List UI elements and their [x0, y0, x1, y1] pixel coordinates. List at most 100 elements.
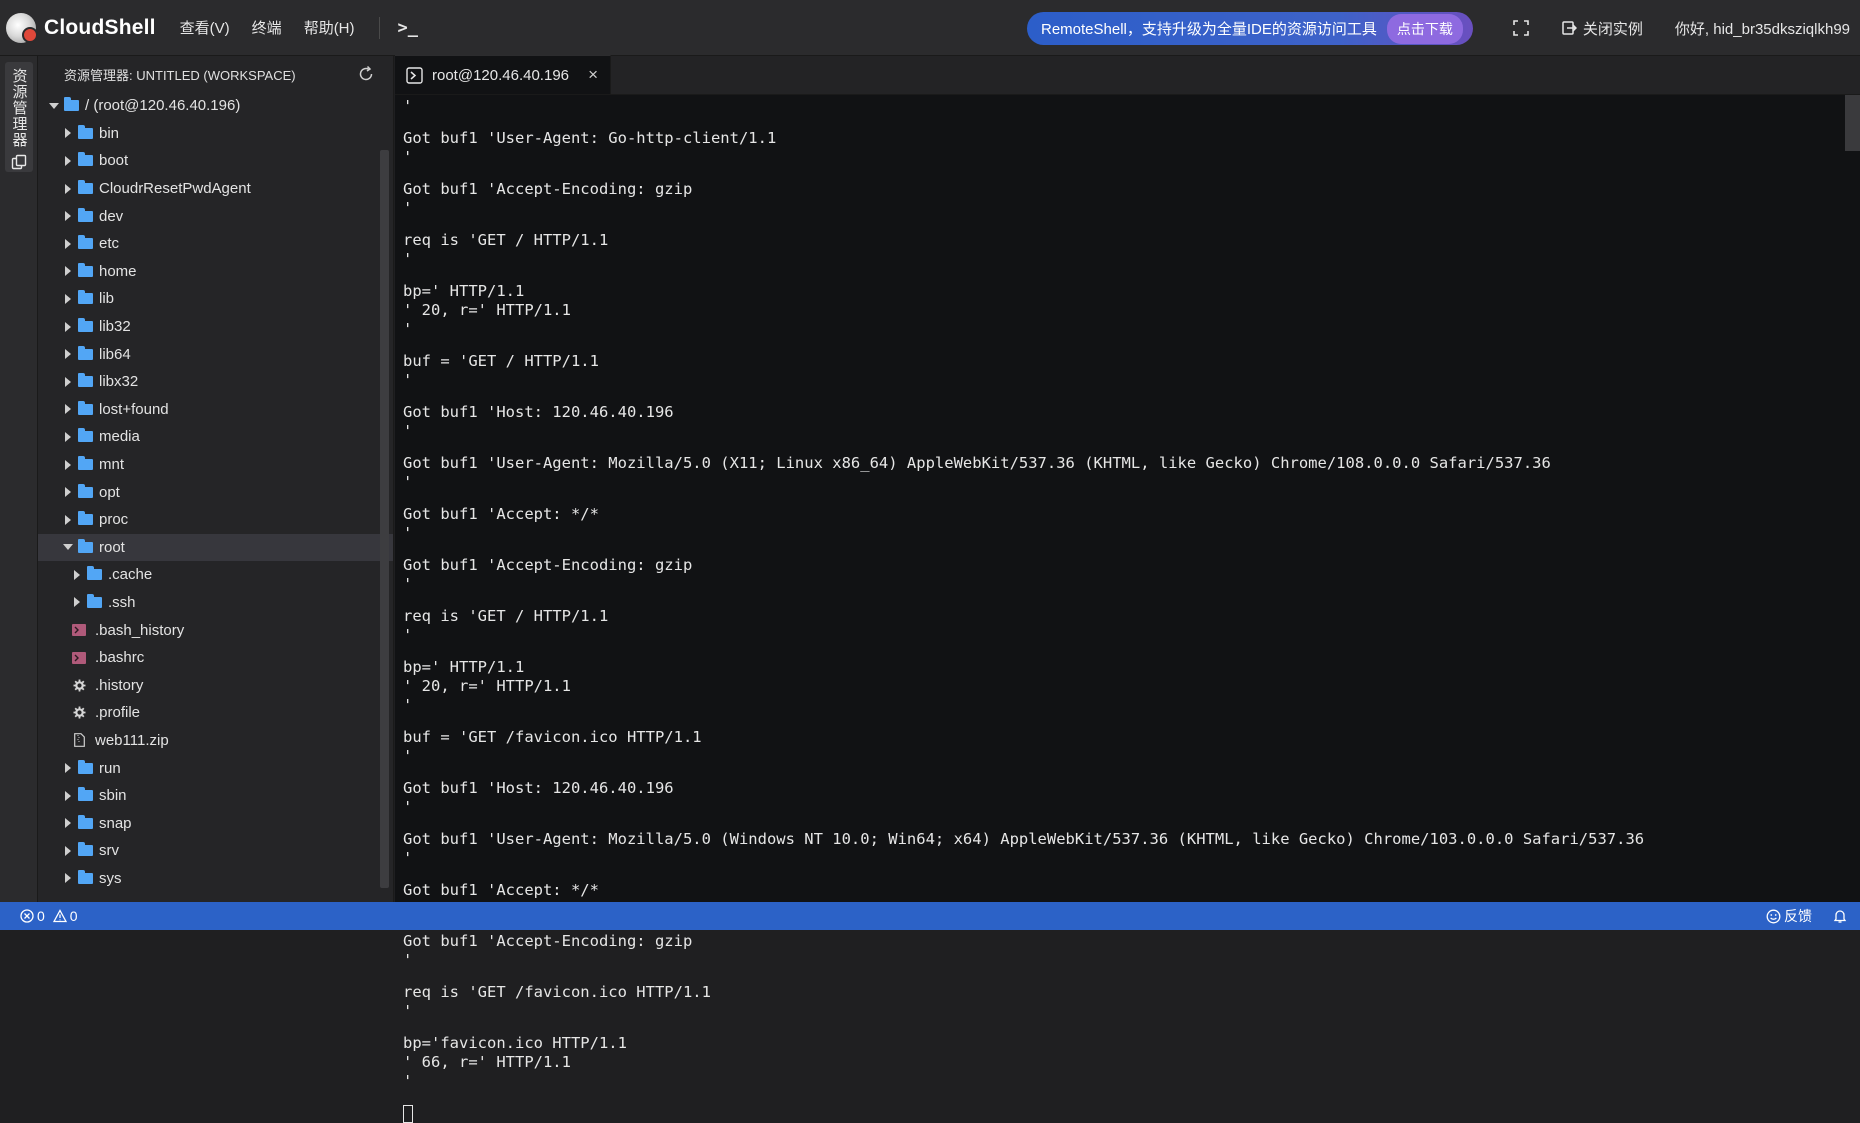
tree-folder-mnt[interactable]: mnt	[38, 451, 393, 479]
remoteshell-promo-banner[interactable]: RemoteShell，支持升级为全量IDE的资源访问工具 点击下载	[1027, 12, 1473, 45]
tree-item-label: srv	[99, 842, 119, 860]
tab-terminal-session[interactable]: root@120.46.40.196 ×	[395, 55, 611, 94]
activity-explorer-tab[interactable]: 资源管理器	[5, 62, 33, 172]
chevron-right-icon[interactable]	[60, 459, 76, 470]
chevron-right-icon[interactable]	[69, 597, 85, 608]
tree-folder-cache[interactable]: .cache	[38, 561, 393, 589]
tree-file-bashrc[interactable]: .bashrc	[38, 644, 393, 672]
chevron-right-icon[interactable]	[60, 845, 76, 856]
new-terminal-button[interactable]: >_	[398, 18, 418, 38]
download-button[interactable]: 点击下载	[1386, 13, 1463, 44]
tree-folder-lost-found[interactable]: lost+found	[38, 396, 393, 424]
exit-icon	[1562, 21, 1577, 35]
close-instance-button[interactable]: 关闭实例	[1561, 18, 1643, 39]
chevron-down-icon[interactable]	[60, 543, 76, 551]
folder-icon	[78, 787, 93, 802]
terminal-output[interactable]: ' Got buf1 'User-Agent: Go-http-client/1.…	[395, 95, 1860, 1123]
explorer-scrollbar[interactable]	[380, 92, 389, 902]
chevron-right-icon[interactable]	[60, 238, 76, 249]
tree-folder-root[interactable]: root	[38, 533, 393, 562]
folder-icon	[87, 566, 102, 581]
chevron-right-icon[interactable]	[60, 790, 76, 801]
menu-terminal[interactable]: 终端	[252, 17, 282, 38]
chevron-right-icon[interactable]	[60, 349, 76, 360]
shell-file-icon	[72, 623, 86, 637]
terminal-line: '	[403, 626, 413, 644]
tree-folder-bin[interactable]: bin	[38, 120, 393, 148]
tree-item-label: snap	[99, 814, 132, 832]
chevron-right-icon[interactable]	[60, 155, 76, 166]
tree-file-web111-zip[interactable]: web111.zip	[38, 727, 393, 755]
menu-view[interactable]: 查看(V)	[180, 17, 230, 38]
chevron-right-icon[interactable]	[60, 404, 76, 415]
terminal-line: ' 66, r=' HTTP/1.1	[403, 1053, 571, 1071]
chevron-right-icon[interactable]	[60, 873, 76, 884]
tree-folder-boot[interactable]: boot	[38, 147, 393, 175]
tree-folder-srv[interactable]: srv	[38, 837, 393, 865]
chevron-right-icon[interactable]	[60, 321, 76, 332]
fullscreen-icon[interactable]	[1511, 18, 1531, 38]
tree-folder-lib64[interactable]: lib64	[38, 340, 393, 368]
tree-item-label: CloudrResetPwdAgent	[99, 180, 251, 198]
tree-folder-dev[interactable]: dev	[38, 202, 393, 230]
terminal-scrollbar[interactable]	[1845, 95, 1860, 151]
tree-folder-sbin[interactable]: sbin	[38, 782, 393, 810]
folder-icon	[78, 180, 93, 195]
tree-item-label: lib32	[99, 318, 131, 336]
chevron-right-icon[interactable]	[60, 514, 76, 525]
folder-icon	[78, 814, 93, 829]
tree-item-label: run	[99, 759, 121, 777]
chevron-right-icon[interactable]	[60, 818, 76, 829]
tree-folder-snap[interactable]: snap	[38, 809, 393, 837]
chevron-right-icon[interactable]	[60, 266, 76, 277]
tree-folder-etc[interactable]: etc	[38, 230, 393, 258]
menu-help[interactable]: 帮助(H)	[304, 17, 355, 38]
chevron-right-icon[interactable]	[60, 763, 76, 774]
problems-indicator[interactable]: 0 0	[20, 908, 86, 924]
app-logo[interactable]: CloudShell	[6, 12, 156, 43]
smiley-icon	[1766, 909, 1781, 923]
warning-count: 0	[69, 908, 78, 924]
tree-folder-sys[interactable]: sys	[38, 865, 393, 893]
close-tab-icon[interactable]: ×	[588, 65, 598, 85]
chevron-right-icon[interactable]	[60, 293, 76, 304]
tree-folder-ssh[interactable]: .ssh	[38, 589, 393, 617]
tree-folder-lib32[interactable]: lib32	[38, 313, 393, 341]
chevron-right-icon[interactable]	[69, 569, 85, 580]
terminal-prompt[interactable]	[403, 1104, 1860, 1123]
chevron-down-icon[interactable]	[46, 102, 62, 110]
explorer-scroll-thumb[interactable]	[380, 150, 389, 888]
tree-folder-lib[interactable]: lib	[38, 285, 393, 313]
folder-icon	[78, 759, 93, 774]
tree-folder-media[interactable]: media	[38, 423, 393, 451]
terminal-line: Got buf1 'Accept-Encoding: gzip	[403, 556, 693, 574]
feedback-button[interactable]: 反馈	[1766, 906, 1812, 926]
terminal-line: Got buf1 'User-Agent: Mozilla/5.0 (X11; …	[403, 454, 1551, 472]
tree-folder-run[interactable]: run	[38, 754, 393, 782]
tree-file-history[interactable]: .history	[38, 671, 393, 699]
terminal-line: Got buf1 'Accept: */*	[403, 881, 599, 899]
tree-item-root-dir[interactable]: / (root@120.46.40.196)	[38, 92, 393, 120]
refresh-icon[interactable]	[357, 65, 375, 83]
chevron-right-icon[interactable]	[60, 431, 76, 442]
tree-file-profile[interactable]: .profile	[38, 699, 393, 727]
tree-folder-cloudrresetpwdagent[interactable]: CloudrResetPwdAgent	[38, 175, 393, 203]
chevron-right-icon[interactable]	[60, 128, 76, 139]
chevron-right-icon[interactable]	[60, 376, 76, 387]
chevron-right-icon[interactable]	[60, 183, 76, 194]
folder-icon	[64, 97, 79, 112]
promo-text: RemoteShell，支持升级为全量IDE的资源访问工具	[1041, 21, 1377, 38]
tree-folder-libx32[interactable]: libx32	[38, 368, 393, 396]
tree-folder-home[interactable]: home	[38, 258, 393, 286]
tree-item-label: sbin	[99, 787, 127, 805]
tree-folder-proc[interactable]: proc	[38, 506, 393, 534]
chevron-right-icon[interactable]	[60, 211, 76, 222]
tree-folder-opt[interactable]: opt	[38, 478, 393, 506]
error-icon	[20, 909, 34, 923]
chevron-right-icon[interactable]	[60, 487, 76, 498]
user-greeting[interactable]: 你好, hid_br35dksziqlkh99	[1675, 18, 1850, 39]
terminal-line: Got buf1 'Accept-Encoding: gzip	[403, 932, 693, 950]
notification-bell-icon[interactable]	[1832, 908, 1848, 924]
tree-file-bash-history[interactable]: .bash_history	[38, 616, 393, 644]
zip-file-icon	[72, 733, 86, 748]
